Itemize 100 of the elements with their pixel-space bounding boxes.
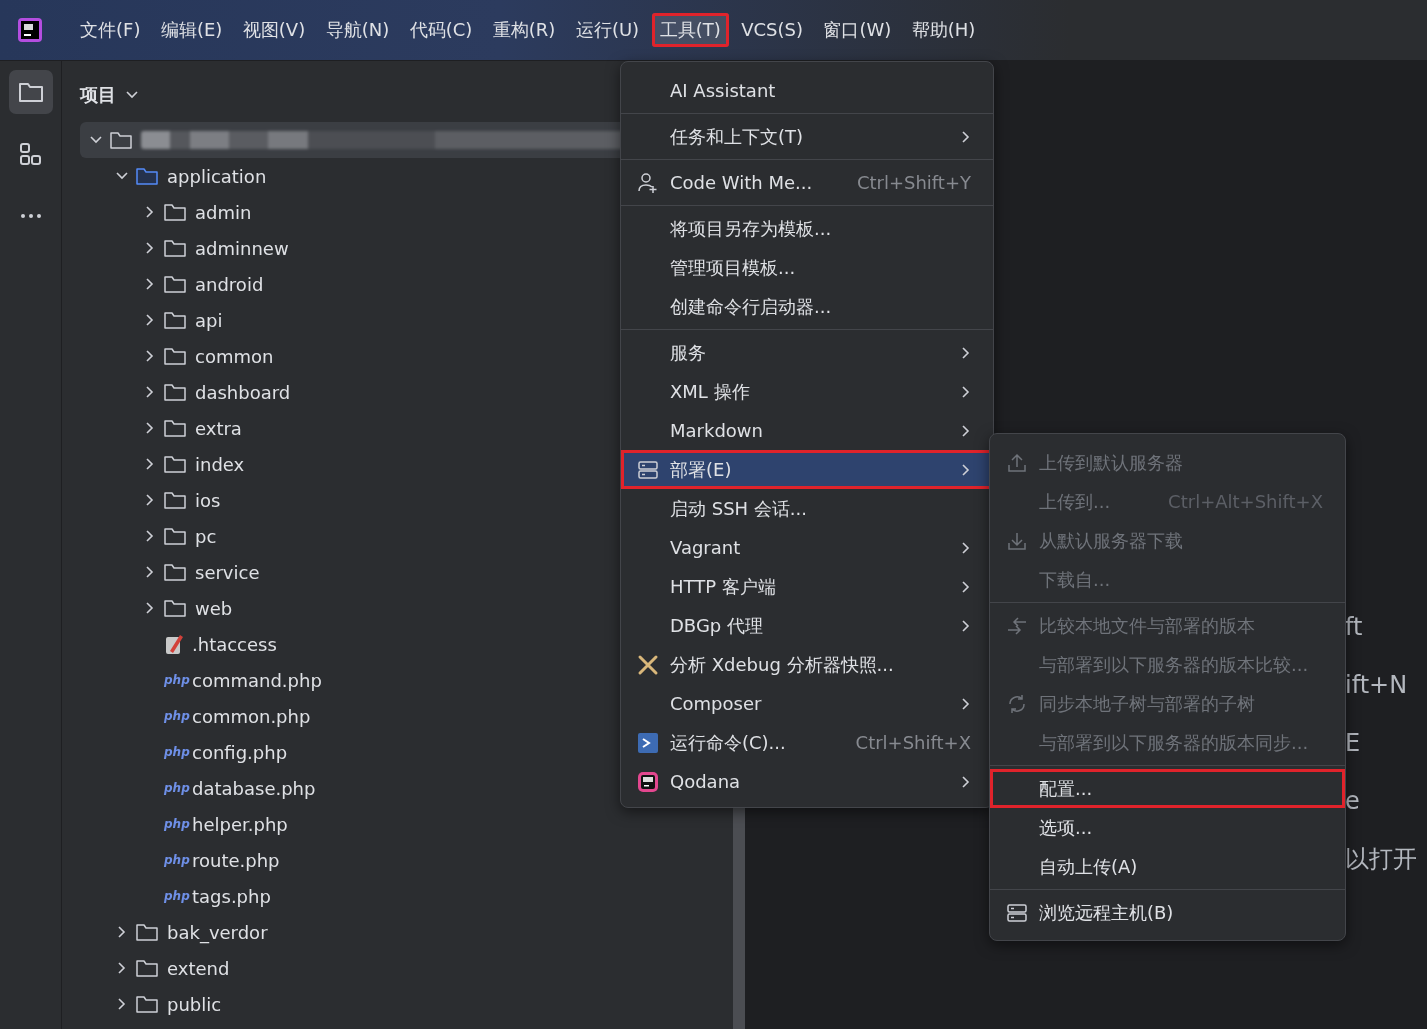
- menu-item[interactable]: 帮助(H): [903, 13, 984, 47]
- folder-icon: [164, 239, 186, 257]
- menu-item[interactable]: 选项...: [990, 808, 1345, 847]
- menu-item[interactable]: VCS(S): [733, 13, 811, 47]
- menu-item[interactable]: XML 操作: [621, 372, 993, 411]
- folder-name[interactable]: web: [195, 594, 233, 622]
- file-name[interactable]: route.php: [192, 846, 280, 874]
- menu-item[interactable]: Qodana: [621, 762, 993, 801]
- menu-item[interactable]: HTTP 客户端: [621, 567, 993, 606]
- file-name[interactable]: command.php: [192, 666, 322, 694]
- terminal-icon: [637, 731, 659, 754]
- folder-icon: [164, 419, 186, 437]
- more-icon: [20, 214, 41, 218]
- php-file-icon: php: [164, 671, 192, 689]
- folder-icon: [164, 347, 186, 365]
- folder-name[interactable]: common: [195, 342, 274, 370]
- folder-name[interactable]: adminnew: [195, 234, 289, 262]
- menu-item[interactable]: 导航(N): [317, 13, 398, 47]
- folder-name[interactable]: extend: [167, 954, 230, 982]
- menu-item[interactable]: 自动上传(A): [990, 847, 1345, 886]
- php-file-icon: php: [164, 743, 192, 761]
- folder-name[interactable]: index: [195, 450, 245, 478]
- compare-arrows-icon: [1006, 614, 1028, 637]
- folder-name[interactable]: admin: [195, 198, 252, 226]
- folder-icon: [164, 563, 186, 581]
- hint-text: E: [1345, 728, 1362, 759]
- server-icon: [1006, 901, 1028, 924]
- file-name[interactable]: common.php: [192, 702, 311, 730]
- folder-name[interactable]: bak_verdor: [167, 918, 268, 946]
- file-name[interactable]: helper.php: [192, 810, 288, 838]
- file-name[interactable]: tags.php: [192, 882, 271, 910]
- folder-icon: [136, 167, 158, 185]
- file-name[interactable]: .htaccess: [192, 630, 277, 658]
- dropdown-button[interactable]: [125, 89, 139, 100]
- menu-item[interactable]: Vagrant: [621, 528, 993, 567]
- menu-item[interactable]: 工具(T): [651, 13, 729, 47]
- menu-item[interactable]: DBGp 代理: [621, 606, 993, 645]
- menu-item[interactable]: 视图(V): [234, 13, 314, 47]
- folder-icon: [110, 131, 132, 149]
- menu-item[interactable]: Code With Me... Ctrl+Shift+Y: [621, 163, 993, 202]
- menu-item[interactable]: 配置...: [990, 769, 1345, 808]
- php-file-icon: php: [164, 887, 192, 905]
- php-file-icon: php: [164, 815, 192, 833]
- folder-icon: [164, 203, 186, 221]
- upload-icon: [1006, 451, 1028, 474]
- menu-item[interactable]: AI Assistant: [621, 71, 993, 110]
- php-file-icon: php: [164, 779, 192, 797]
- hint-text: ift+N: [1345, 670, 1409, 701]
- file-name[interactable]: config.php: [192, 738, 288, 766]
- menu-item[interactable]: 窗口(W): [815, 13, 900, 47]
- folder-name[interactable]: api: [195, 306, 223, 334]
- folder-name[interactable]: dashboard: [195, 378, 291, 406]
- cross-icon: [637, 653, 659, 676]
- hint-text: e: [1345, 786, 1361, 817]
- folder-name[interactable]: application: [167, 162, 267, 190]
- folder-icon: [164, 527, 186, 545]
- folder-icon: [136, 995, 158, 1013]
- folder-icon: [164, 275, 186, 293]
- folder-name[interactable]: android: [195, 270, 264, 298]
- file-name[interactable]: database.php: [192, 774, 316, 802]
- chevron-down-icon: [125, 89, 139, 100]
- folder-icon: [136, 923, 158, 941]
- folder-name[interactable]: pc: [195, 522, 217, 550]
- menu-item[interactable]: 任务和上下文(T): [621, 117, 993, 156]
- php-file-icon: php: [164, 707, 192, 725]
- panel-title: 项目: [80, 83, 116, 107]
- config-file-icon: [164, 633, 184, 655]
- folder-name[interactable]: service: [195, 558, 260, 586]
- menu-item[interactable]: 管理项目模板...: [621, 248, 993, 287]
- menu-item[interactable]: 创建命令行启动器...: [621, 287, 993, 326]
- app-logo-icon: [18, 18, 42, 42]
- qodana-logo-icon: [637, 770, 659, 793]
- folder-icon: [164, 383, 186, 401]
- menu-item[interactable]: 将项目另存为模板...: [621, 209, 993, 248]
- folder-icon: [164, 455, 186, 473]
- php-file-icon: php: [164, 851, 192, 869]
- folder-name[interactable]: extra: [195, 414, 242, 442]
- project-folder-button[interactable]: [8, 70, 53, 114]
- folder-icon: [136, 959, 158, 977]
- folder-icon: [164, 311, 186, 329]
- menu-item[interactable]: 运行命令(C)... Ctrl+Shift+X: [621, 723, 993, 762]
- menu-item[interactable]: 启动 SSH 会话...: [621, 489, 993, 528]
- folder-name[interactable]: ios: [195, 486, 221, 514]
- menu-item[interactable]: 代码(C): [401, 13, 481, 47]
- add-user-icon: [637, 171, 659, 194]
- menu-item[interactable]: 运行(U): [567, 13, 648, 47]
- menu-item[interactable]: 服务: [621, 333, 993, 372]
- menu-item[interactable]: 文件(F): [72, 13, 149, 47]
- folder-icon: [164, 491, 186, 509]
- folder-name[interactable]: public: [167, 990, 222, 1018]
- hint-text: 以打开: [1345, 844, 1418, 875]
- menu-item[interactable]: 重构(R): [484, 13, 564, 47]
- menu-item[interactable]: 分析 Xdebug 分析器快照...: [621, 645, 993, 684]
- server-icon: [637, 458, 659, 481]
- sync-icon: [1006, 692, 1028, 715]
- menu-item[interactable]: Markdown: [621, 411, 993, 450]
- menu-item[interactable]: Composer: [621, 684, 993, 723]
- menu-item[interactable]: 编辑(E): [152, 13, 231, 47]
- folder-icon: [164, 599, 186, 617]
- menu-item[interactable]: 浏览远程主机(B): [990, 893, 1345, 932]
